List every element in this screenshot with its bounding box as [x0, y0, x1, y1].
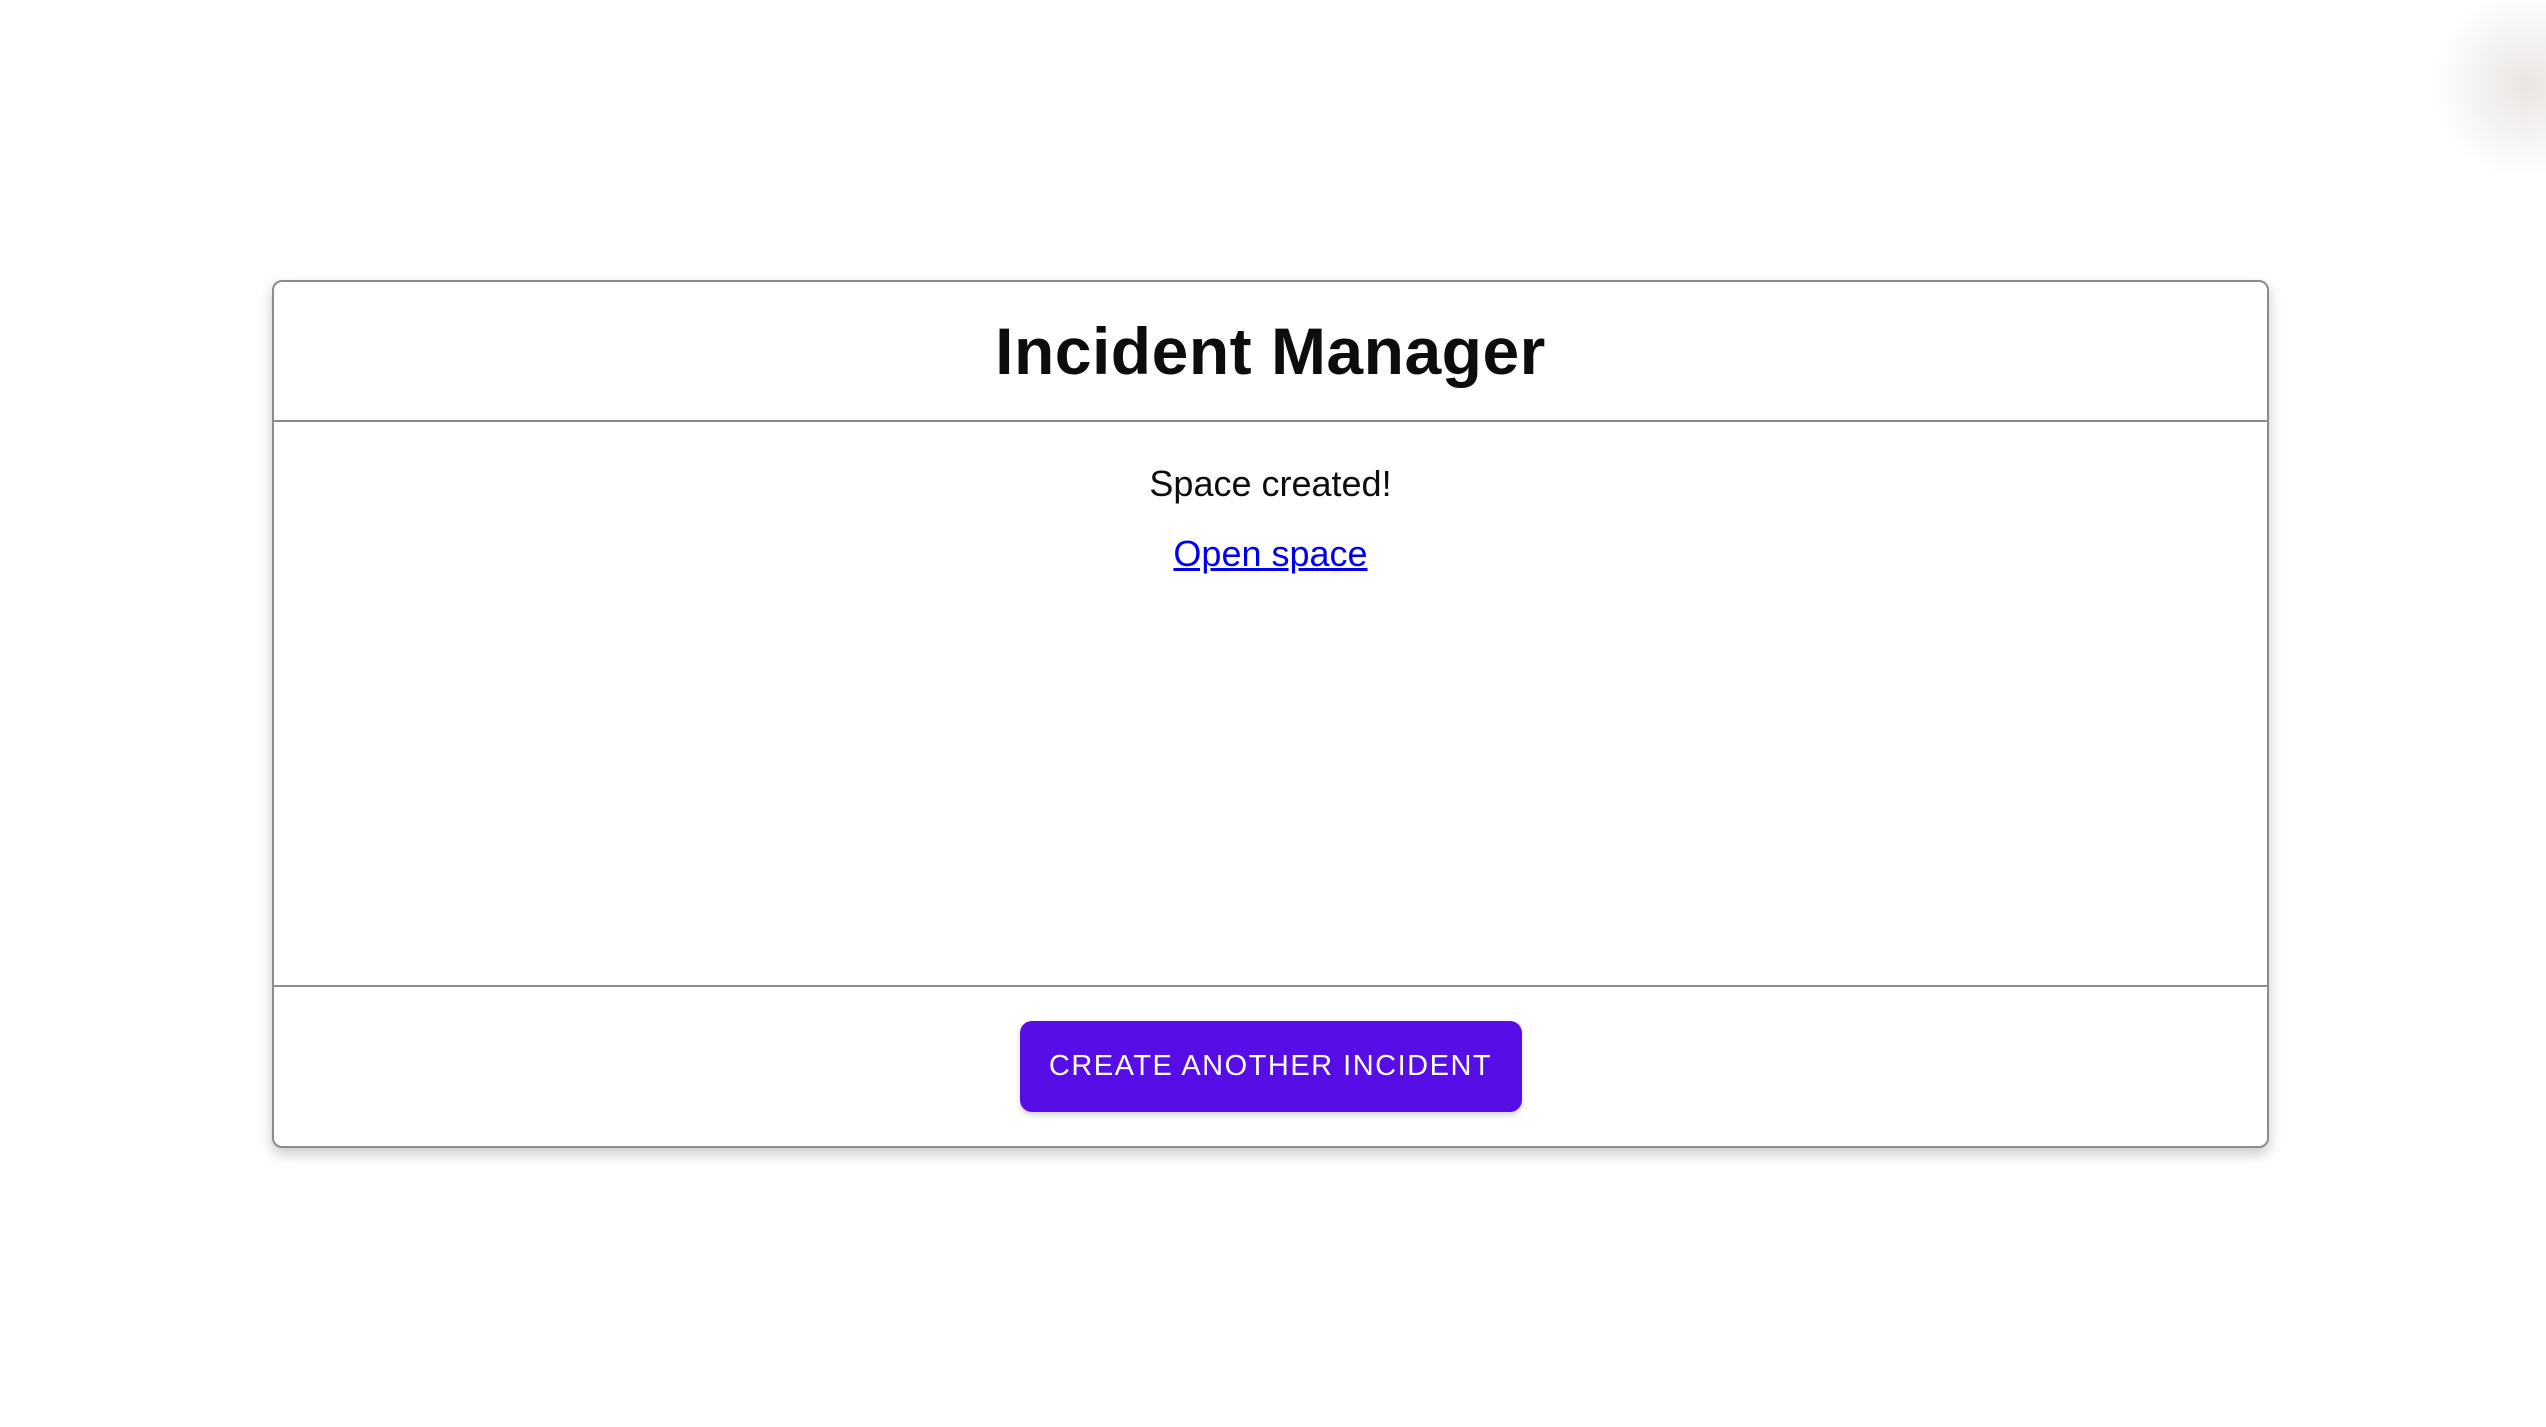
card-body: Space created! Open space: [274, 422, 2267, 987]
open-space-link[interactable]: Open space: [1173, 528, 1367, 580]
page-title: Incident Manager: [995, 314, 1546, 388]
space-created-status: Space created!: [1149, 463, 1392, 504]
incident-manager-card: Incident Manager Space created! Open spa…: [272, 280, 2269, 1148]
card-footer: CREATE ANOTHER INCIDENT: [274, 987, 2267, 1146]
card-header: Incident Manager: [274, 282, 2267, 422]
create-another-incident-button[interactable]: CREATE ANOTHER INCIDENT: [1019, 1021, 1522, 1112]
page-background: Incident Manager Space created! Open spa…: [0, 0, 2546, 1427]
corner-blob-decoration: [2431, 0, 2546, 180]
